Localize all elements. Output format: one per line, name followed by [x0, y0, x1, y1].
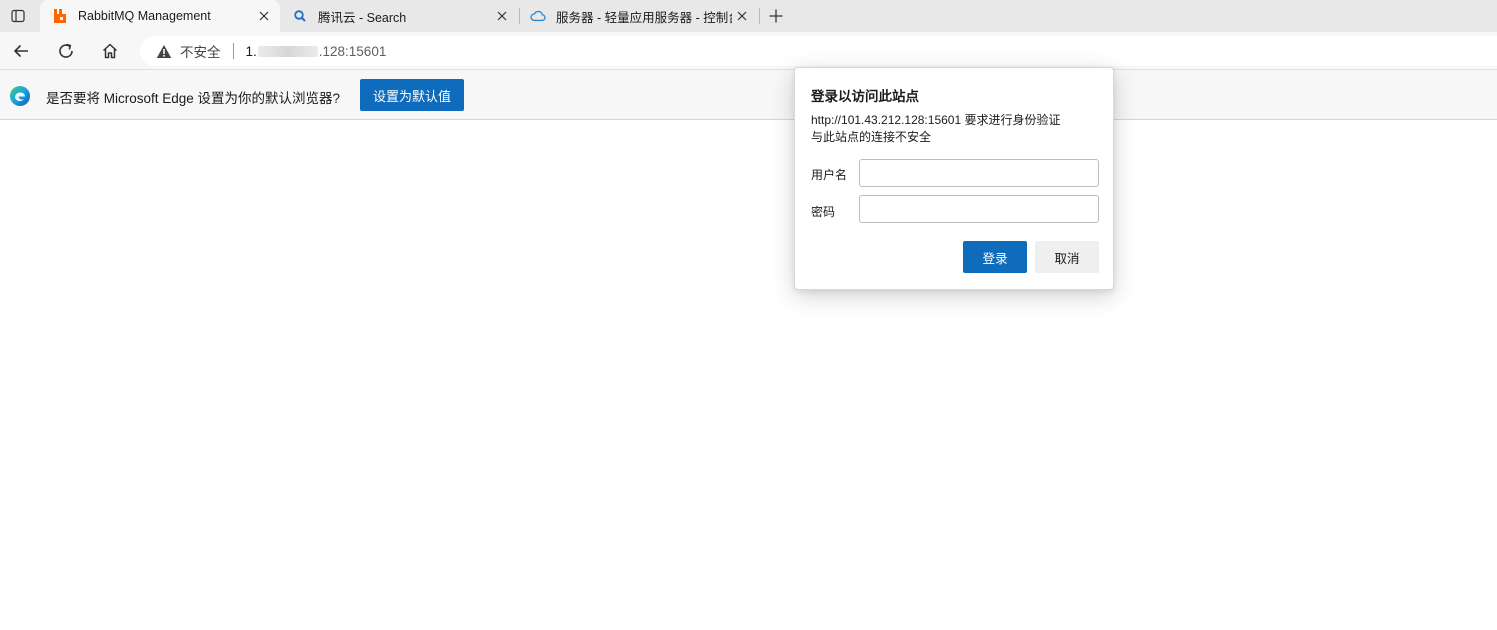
tab-rabbitmq[interactable]: RabbitMQ Management [40, 0, 280, 32]
refresh-button[interactable] [51, 36, 81, 66]
tab-actions-button[interactable] [0, 0, 36, 32]
cancel-button[interactable]: 取消 [1035, 241, 1099, 273]
tab-search[interactable]: 腾讯云 - Search [280, 0, 518, 32]
auth-dialog: 登录以访问此站点 http://101.43.212.128:15601 要求进… [794, 67, 1114, 290]
rabbitmq-icon [52, 8, 68, 24]
infobar-message: 是否要将 Microsoft Edge 设置为你的默认浏览器? [46, 91, 341, 106]
back-button[interactable] [6, 36, 36, 66]
tab-title: 服务器 - 轻量应用服务器 - 控制台 [556, 10, 732, 25]
new-tab-button[interactable] [764, 4, 788, 28]
dialog-message: http://101.43.212.128:15601 要求进行身份验证 与此站… [811, 112, 1060, 146]
warning-icon[interactable] [156, 43, 172, 59]
url-suffix: .128:15601 [318, 43, 387, 59]
username-input[interactable] [859, 159, 1099, 187]
dialog-title: 登录以访问此站点 [811, 89, 919, 104]
tab-close-icon[interactable] [492, 6, 512, 26]
tab-title: RabbitMQ Management [78, 9, 211, 23]
home-button[interactable] [95, 36, 125, 66]
set-default-button[interactable]: 设置为默认值 [360, 79, 464, 111]
password-input[interactable] [859, 195, 1099, 223]
tab-lighthouse-console[interactable]: 服务器 - 轻量应用服务器 - 控制台 [518, 0, 758, 32]
tab-title: 腾讯云 - Search [318, 10, 407, 25]
address-divider [232, 43, 234, 59]
security-status-label[interactable]: 不安全 [180, 41, 221, 61]
edge-logo-icon [10, 86, 30, 106]
tab-actions-icon [11, 9, 25, 23]
refresh-icon [59, 43, 73, 58]
sign-in-button[interactable]: 登录 [963, 241, 1027, 273]
tab-separator [759, 8, 760, 24]
username-label: 用户名 [811, 168, 848, 182]
dialog-message-line2: 与此站点的连接不安全 [811, 130, 932, 144]
password-label: 密码 [811, 205, 836, 219]
cloud-icon [530, 8, 546, 24]
search-icon [292, 8, 308, 24]
tab-strip: RabbitMQ Management 腾讯云 - Search 服务器 - 轻… [0, 0, 1497, 32]
tab-close-icon[interactable] [254, 6, 274, 26]
default-browser-infobar: 是否要将 Microsoft Edge 设置为你的默认浏览器? 设置为默认值 [0, 70, 1497, 120]
url-redacted-segment [257, 45, 318, 57]
dialog-message-line1: http://101.43.212.128:15601 要求进行身份验证 [811, 113, 1061, 127]
url-prefix: 1. [245, 43, 257, 59]
back-arrow-icon [13, 44, 28, 58]
toolbar: 不安全 1. .128:15601 [0, 32, 1497, 70]
plus-icon [769, 9, 783, 23]
tab-close-icon[interactable] [732, 6, 752, 26]
address-bar[interactable]: 不安全 1. .128:15601 [140, 36, 1497, 66]
home-icon [102, 43, 118, 59]
